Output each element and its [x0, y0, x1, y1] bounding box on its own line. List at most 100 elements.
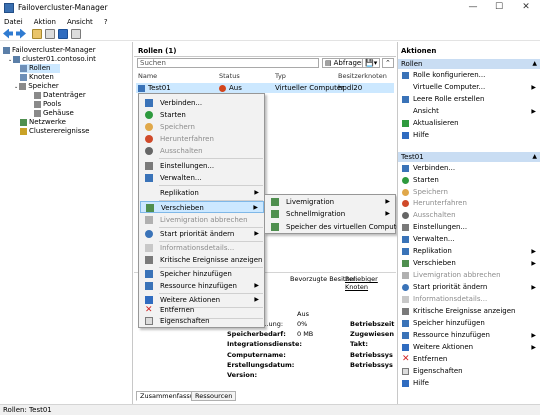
action-aktualisieren[interactable]: Aktualisieren: [398, 118, 540, 129]
back-arrow-icon[interactable]: [3, 28, 13, 39]
menu-help[interactable]: ?: [104, 18, 108, 26]
action-ansicht[interactable]: Ansicht ▶: [398, 106, 540, 117]
actions-section-rollen[interactable]: Rollen ▲: [398, 59, 540, 69]
sub-livemigration[interactable]: Livemigration ▶: [266, 196, 395, 208]
ctx-speicher-hinzufuegen[interactable]: Speicher hinzufügen: [140, 268, 264, 280]
tree-netzwerke[interactable]: Netzwerke: [20, 118, 66, 127]
ctx-speichern[interactable]: Speichern: [140, 121, 264, 133]
ctx-eigenschaften[interactable]: Eigenschaften: [140, 315, 264, 327]
navigation-tree: Failovercluster-Manager ⌄ cluster01.conto…: [0, 42, 133, 404]
ctx-ausschalten[interactable]: Ausschalten: [140, 145, 264, 157]
menu-ansicht[interactable]: Ansicht: [67, 18, 93, 26]
action-eigenschaften[interactable]: Eigenschaften: [398, 366, 540, 377]
detail-aus: Aus: [297, 310, 309, 318]
action-replikation[interactable]: Replikation ▶: [398, 246, 540, 257]
folder-icon[interactable]: [32, 28, 42, 39]
ctx-verbinden[interactable]: Verbinden...: [140, 97, 264, 109]
bottom-tabs: Zusammenfassung Ressourcen: [134, 391, 396, 402]
network-icon: [20, 118, 27, 126]
verschieben-submenu: Livemigration ▶ Schnellmigration ▶ Speiche…: [264, 194, 407, 234]
critical-events-icon: [145, 256, 153, 264]
tree-cluster[interactable]: ⌄ cluster01.contoso.int: [8, 55, 96, 64]
action-herunterfahren[interactable]: Herunterfahren: [398, 198, 540, 209]
action-speicher-hinzufuegen[interactable]: Speicher hinzufügen: [398, 318, 540, 329]
tree-speicher[interactable]: ⌄ Speicher: [14, 82, 59, 91]
action-verschieben[interactable]: Verschieben ▶: [398, 258, 540, 269]
cluster-icon: [13, 55, 21, 63]
tree-gehaeuse[interactable]: Gehäuse: [34, 109, 74, 118]
action-kritische-ereignisse[interactable]: Kritische Ereignisse anzeigen: [398, 306, 540, 317]
tree-pools[interactable]: Pools: [34, 100, 61, 109]
action-leere-rolle[interactable]: Leere Rolle erstellen: [398, 94, 540, 105]
collapse-button[interactable]: ⌃: [382, 58, 394, 68]
tab-ressourcen[interactable]: Ressourcen: [191, 391, 237, 401]
help-icon[interactable]: [58, 28, 68, 39]
action-entfernen[interactable]: ✕ Entfernen: [398, 354, 540, 365]
maximize-button[interactable]: ☐: [487, 0, 511, 16]
enclosure-icon: [34, 109, 41, 117]
ctx-informationsdetails[interactable]: Informationsdetails...: [140, 242, 264, 254]
sub-schnellmigration[interactable]: Schnellmigration ▶: [266, 208, 395, 220]
add-storage-icon: [145, 270, 153, 278]
tree-knoten[interactable]: Knoten: [20, 73, 54, 82]
actions-section-test01[interactable]: Test01 ▲: [398, 152, 540, 162]
action-start-prioritaet[interactable]: Start priorität ändern ▶: [398, 282, 540, 293]
action-ressource-hinzufuegen[interactable]: Ressource hinzufügen ▶: [398, 330, 540, 341]
menu-aktion[interactable]: Aktion: [34, 18, 56, 26]
col-status[interactable]: Status: [219, 72, 240, 80]
action-starten[interactable]: Starten: [398, 175, 540, 186]
ctx-kritische-ereignisse[interactable]: Kritische Ereignisse anzeigen: [140, 254, 264, 266]
action-verbinden[interactable]: Verbinden...: [398, 163, 540, 174]
start-icon: [145, 111, 153, 119]
close-button[interactable]: ✕: [514, 0, 538, 16]
action-ausschalten[interactable]: Ausschalten: [398, 210, 540, 221]
ctx-verwalten[interactable]: Verwalten...: [140, 172, 264, 184]
menu-datei[interactable]: Datei: [4, 18, 23, 26]
tree-root[interactable]: Failovercluster-Manager: [3, 46, 96, 55]
action-hilfe-test01[interactable]: Hilfe: [398, 378, 540, 389]
forward-arrow-icon[interactable]: [16, 28, 26, 39]
tree-clusterereignisse[interactable]: Clusterereignisse: [20, 127, 89, 136]
actions-header: Aktionen: [401, 47, 437, 55]
col-name[interactable]: Name: [138, 72, 157, 80]
ctx-einstellungen[interactable]: Einstellungen...: [140, 160, 264, 172]
view-icon[interactable]: [71, 28, 81, 39]
minimize-button[interactable]: —: [461, 0, 485, 16]
action-weitere-aktionen[interactable]: Weitere Aktionen ▶: [398, 342, 540, 353]
ctx-livemigration-abbrechen[interactable]: Livemigration abbrechen: [140, 214, 264, 226]
action-livemigration-abbrechen[interactable]: Livemigration abbrechen: [398, 270, 540, 281]
ctx-herunterfahren[interactable]: Herunterfahren: [140, 133, 264, 145]
col-typ[interactable]: Typ: [275, 72, 286, 80]
help-icon: [402, 380, 409, 387]
tree-rollen[interactable]: Rollen: [20, 64, 60, 73]
search-input[interactable]: Suchen: [137, 58, 319, 68]
action-virtuelle-computer[interactable]: Virtuelle Computer... ▶: [398, 82, 540, 93]
pool-icon: [34, 100, 41, 108]
action-rolle-konfigurieren[interactable]: Rolle konfigurieren...: [398, 70, 540, 81]
window-title: Failovercluster-Manager: [18, 3, 108, 12]
tree-datentraeger[interactable]: Datenträger: [34, 91, 86, 100]
action-hilfe[interactable]: Hilfe: [398, 130, 540, 141]
column-headers: Name Status Typ Besitzerknoten: [134, 72, 396, 82]
roles-header: Rollen (1): [134, 46, 396, 57]
submenu-arrow-icon: ▶: [531, 260, 536, 267]
panel-icon[interactable]: [45, 28, 55, 39]
roles-icon: [20, 64, 27, 72]
ctx-replikation[interactable]: Replikation ▶: [140, 187, 264, 199]
ctx-verschieben[interactable]: Verschieben ▶: [140, 201, 264, 213]
ctx-ressource-hinzufuegen[interactable]: Ressource hinzufügen ▶: [140, 280, 264, 292]
ctx-start-prioritaet[interactable]: Start priorität ändern ▶: [140, 228, 264, 240]
ctx-starten[interactable]: Starten: [140, 109, 264, 121]
sub-speicher-vm[interactable]: Speicher des virtuellen Computers: [266, 221, 407, 233]
preferred-owner-link[interactable]: Beliebiger Knoten: [345, 275, 396, 291]
move-icon: [402, 260, 409, 267]
table-row[interactable]: Test01 Aus Virtueller Computer hpdl20: [136, 83, 394, 93]
detail-takt-label: Takt:: [350, 340, 369, 348]
role-status: Aus: [229, 84, 242, 92]
action-einstellungen[interactable]: Einstellungen...: [398, 222, 540, 233]
action-informationsdetails[interactable]: Informationsdetails...: [398, 294, 540, 305]
save-query-button[interactable]: 💾▾: [362, 58, 381, 68]
action-verwalten[interactable]: Verwalten...: [398, 234, 540, 245]
action-speichern[interactable]: Speichern: [398, 187, 540, 198]
col-besitzerknoten[interactable]: Besitzerknoten: [338, 72, 387, 80]
